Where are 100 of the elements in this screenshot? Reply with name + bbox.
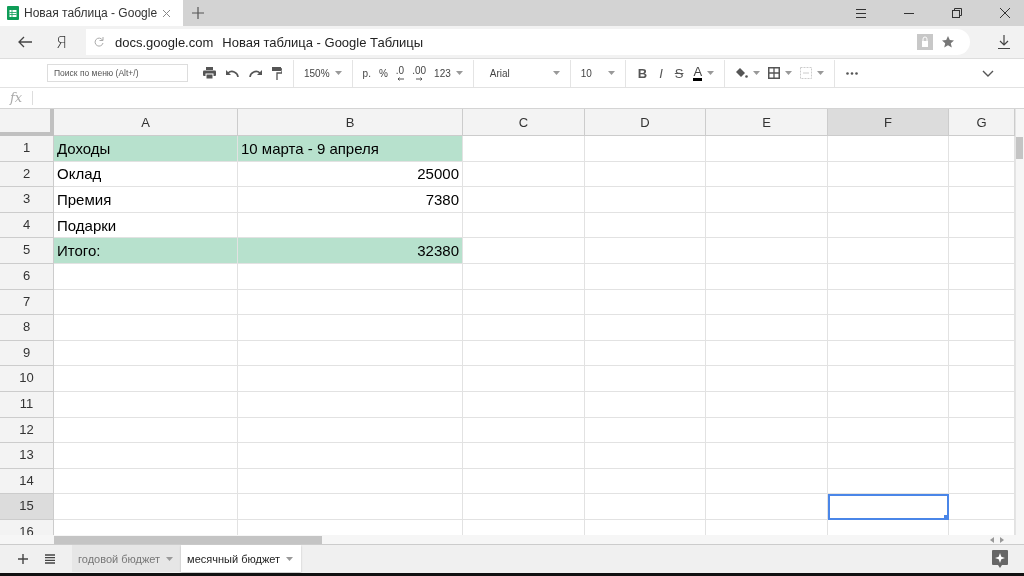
lock-icon[interactable] <box>917 34 933 50</box>
new-tab-icon[interactable] <box>192 7 205 19</box>
table-cell[interactable] <box>463 443 585 469</box>
corner-cell[interactable] <box>0 109 54 136</box>
table-cell[interactable] <box>585 136 706 162</box>
table-cell[interactable] <box>828 366 949 392</box>
bold-button[interactable]: B <box>631 65 654 81</box>
fill-handle[interactable] <box>944 514 949 520</box>
table-cell[interactable] <box>828 238 949 264</box>
scroll-left-icon[interactable] <box>990 536 994 543</box>
row-header[interactable]: 6 <box>0 263 54 290</box>
caret-icon[interactable] <box>607 71 615 75</box>
table-cell[interactable] <box>238 340 463 367</box>
table-cell[interactable] <box>706 494 828 520</box>
chevron-down-icon[interactable] <box>982 69 994 77</box>
column-header[interactable]: A <box>54 109 238 136</box>
table-cell[interactable] <box>585 263 706 290</box>
table-cell[interactable] <box>54 340 238 367</box>
redo-icon[interactable] <box>249 69 262 77</box>
table-cell[interactable] <box>238 443 463 469</box>
table-cell[interactable] <box>463 289 585 316</box>
row-header[interactable]: 9 <box>0 340 54 367</box>
table-cell[interactable] <box>828 391 949 418</box>
table-cell[interactable] <box>828 212 949 239</box>
table-cell[interactable]: 25000 <box>238 161 463 188</box>
table-cell[interactable] <box>54 315 238 341</box>
table-cell[interactable] <box>238 494 463 520</box>
table-cell[interactable] <box>706 136 828 162</box>
row-header[interactable]: 2 <box>0 161 54 188</box>
table-cell[interactable] <box>828 161 949 188</box>
row-header[interactable]: 3 <box>0 187 54 213</box>
explore-icon[interactable] <box>992 550 1008 568</box>
table-cell[interactable] <box>706 238 828 264</box>
caret-icon[interactable] <box>552 71 560 75</box>
caret-icon[interactable] <box>753 71 761 75</box>
table-cell[interactable] <box>238 315 463 341</box>
table-cell[interactable] <box>585 366 706 392</box>
column-header[interactable]: F <box>828 109 949 136</box>
table-cell[interactable] <box>54 494 238 520</box>
table-cell[interactable] <box>828 263 949 290</box>
table-cell[interactable] <box>585 417 706 444</box>
scrollbar-thumb[interactable] <box>1016 137 1023 159</box>
browser-logo[interactable]: Я <box>56 32 86 52</box>
table-cell[interactable]: 7380 <box>238 187 463 213</box>
table-cell[interactable] <box>463 187 585 213</box>
table-cell[interactable]: Оклад <box>54 161 238 188</box>
column-header[interactable]: G <box>949 109 1015 136</box>
table-cell[interactable] <box>463 161 585 188</box>
table-cell[interactable] <box>828 340 949 367</box>
table-cell[interactable] <box>585 161 706 188</box>
restore-icon[interactable] <box>952 8 962 18</box>
table-cell[interactable] <box>828 289 949 316</box>
table-cell[interactable] <box>706 161 828 188</box>
sheet-list-icon[interactable] <box>45 554 55 564</box>
reload-icon[interactable] <box>94 37 104 47</box>
table-cell[interactable] <box>54 263 238 290</box>
table-cell[interactable] <box>54 468 238 495</box>
table-cell[interactable]: 32380 <box>238 238 463 264</box>
horizontal-scrollbar-thumb[interactable] <box>54 535 322 544</box>
table-cell[interactable] <box>828 417 949 444</box>
more-icon[interactable] <box>846 71 859 75</box>
row-header[interactable]: 12 <box>0 417 54 444</box>
caret-icon[interactable] <box>817 71 825 75</box>
row-header[interactable]: 14 <box>0 468 54 495</box>
italic-button[interactable]: I <box>653 65 669 81</box>
table-cell[interactable] <box>585 315 706 341</box>
table-cell[interactable] <box>463 136 585 162</box>
caret-icon[interactable] <box>455 71 463 75</box>
table-cell[interactable] <box>585 468 706 495</box>
table-cell[interactable] <box>463 340 585 367</box>
star-icon[interactable] <box>942 36 954 48</box>
table-cell[interactable] <box>706 263 828 290</box>
font-dropdown[interactable]: Arial <box>485 63 564 83</box>
table-cell[interactable] <box>54 366 238 392</box>
column-header[interactable]: B <box>238 109 463 136</box>
decrease-decimals-button[interactable]: .0 <box>391 65 409 81</box>
scroll-right-icon[interactable] <box>1000 536 1004 543</box>
table-cell[interactable] <box>706 187 828 213</box>
paint-roller-icon[interactable] <box>272 66 282 80</box>
table-cell[interactable] <box>463 315 585 341</box>
row-header[interactable]: 7 <box>0 289 54 316</box>
table-cell[interactable] <box>463 238 585 264</box>
row-header[interactable]: 10 <box>0 366 54 392</box>
row-header[interactable]: 5 <box>0 238 54 264</box>
address-field[interactable]: docs.google.com Новая таблица - Google Таблицы <box>86 29 970 55</box>
table-cell[interactable] <box>828 443 949 469</box>
table-cell[interactable] <box>585 212 706 239</box>
table-cell[interactable]: Итого: <box>54 238 238 264</box>
caret-icon[interactable] <box>334 71 342 75</box>
table-cell[interactable] <box>463 494 585 520</box>
row-header[interactable]: 11 <box>0 391 54 418</box>
caret-icon[interactable] <box>707 71 715 75</box>
table-cell[interactable] <box>54 289 238 316</box>
caret-icon[interactable] <box>785 71 793 75</box>
table-cell[interactable] <box>706 315 828 341</box>
table-cell[interactable] <box>585 187 706 213</box>
number-format-dropdown[interactable]: 123 <box>430 63 467 83</box>
table-cell[interactable] <box>463 417 585 444</box>
row-header[interactable]: 1 <box>0 136 54 162</box>
print-icon[interactable] <box>203 67 216 79</box>
